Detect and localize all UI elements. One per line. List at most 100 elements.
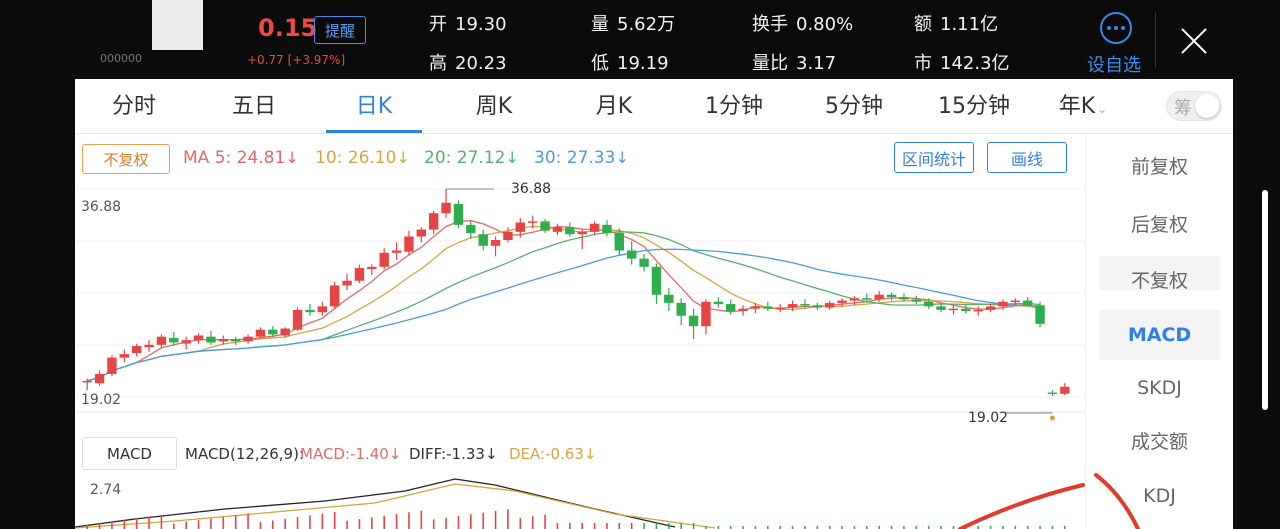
candle-body [787, 304, 798, 308]
tab-monthly-k[interactable]: 月K [559, 79, 669, 134]
app-root: { "quote": { "price": "0.15", "code": "0… [0, 0, 1280, 529]
side-item-no-adjust[interactable]: 不复权 [1099, 256, 1220, 290]
candle-body [367, 266, 377, 270]
candle-body [750, 306, 761, 309]
stat-amount: 额 1.11亿 [914, 14, 999, 35]
side-item-macd[interactable]: MACD [1099, 310, 1220, 360]
chips-toggle[interactable]: 筹 [1166, 91, 1222, 121]
scrollbar[interactable] [1262, 190, 1268, 410]
candle-body [985, 306, 996, 310]
candle-body [515, 222, 526, 232]
candle-body [342, 280, 352, 286]
dea-line [75, 483, 716, 529]
candle-body [1035, 305, 1045, 324]
candle-body [651, 266, 662, 295]
stock-code: 000000 [100, 52, 142, 65]
alert-button[interactable]: 提醒 [314, 16, 366, 44]
add-favorite-button[interactable]: 设自选 [1087, 51, 1141, 77]
candle-body [206, 336, 216, 343]
y-axis-bottom-label: 19.02 [81, 392, 122, 408]
candle-body [886, 294, 897, 298]
candle-body [961, 308, 971, 312]
candle-body [156, 336, 167, 345]
candle-body [1047, 392, 1058, 395]
candle-body [169, 337, 179, 343]
side-item-turnover[interactable]: 成交额 [1099, 417, 1220, 467]
range-stats-button[interactable]: 区间统计 [894, 142, 974, 173]
candle-body [490, 240, 501, 246]
more-icon[interactable] [1100, 12, 1132, 44]
candle-body [1060, 386, 1070, 394]
candle-body [292, 309, 303, 330]
stat-volume: 量 5.62万 [591, 14, 676, 35]
chevron-down-icon: ⌄ [1097, 102, 1108, 116]
chart-panel: 分时 五日 日K 周K 月K 1分钟 5分钟 15分钟 年K ⌄ 筹 不复权 MA… [75, 79, 1233, 529]
ma10-line [87, 225, 1041, 382]
stat-high: 高 20.23 [429, 53, 507, 74]
stock-name-redacted [152, 0, 203, 50]
candle-body [243, 336, 253, 342]
candle-body [391, 250, 402, 253]
candle-body [800, 304, 810, 306]
tab-5min[interactable]: 5分钟 [799, 79, 909, 134]
candle-body [404, 236, 414, 252]
stat-low: 低 19.19 [591, 53, 669, 74]
side-item-kdj[interactable]: KDJ [1099, 471, 1220, 521]
close-icon[interactable] [1180, 27, 1208, 55]
candle-body [849, 298, 860, 301]
candle-body [540, 221, 550, 231]
tab-daily-k[interactable]: 日K [319, 79, 429, 134]
candle-body [478, 234, 488, 246]
stat-open: 开 19.30 [429, 14, 507, 35]
candle-body [354, 267, 365, 281]
candle-body [329, 285, 340, 307]
candle-body [899, 297, 909, 300]
candle-body [911, 299, 922, 302]
ma20-label: 20: 27.12↓ [424, 148, 519, 168]
candle-body [688, 315, 699, 327]
macd-value: MACD:-1.40↓ [300, 445, 402, 463]
macd-y-top-label: 2.74 [90, 482, 122, 498]
stat-market-cap: 市 142.3亿 [914, 53, 1010, 74]
dea-value: DEA:-0.63↓ [509, 445, 597, 463]
side-item-skdj[interactable]: SKDJ [1099, 363, 1220, 413]
candle-body [713, 301, 724, 305]
candle-body [453, 203, 464, 225]
candle-body [1022, 300, 1033, 306]
candle-body [466, 224, 476, 234]
candle-body [268, 329, 278, 335]
chips-toggle-label: 筹 [1174, 98, 1192, 119]
candle-body [565, 227, 575, 235]
tab-intraday[interactable]: 分时 [79, 79, 189, 134]
candle-body [614, 233, 625, 251]
ma20-line [87, 231, 1041, 382]
tab-15min[interactable]: 15分钟 [919, 79, 1029, 134]
tab-yearly-k[interactable]: 年K ⌄ [1033, 79, 1133, 134]
candle-body [862, 298, 872, 300]
candle-body [923, 301, 934, 307]
tab-weekly-k[interactable]: 周K [439, 79, 549, 134]
candle-body [812, 305, 823, 308]
tab-1min[interactable]: 1分钟 [679, 79, 789, 134]
ma5-label: MA 5: 24.81↓ [183, 148, 299, 168]
candlestick-chart[interactable] [75, 179, 1085, 529]
tab-five-day[interactable]: 五日 [199, 79, 309, 134]
candle-body [181, 340, 191, 344]
candle-body [676, 302, 686, 316]
candle-body [725, 304, 736, 312]
quote-header: 0.15 000000 +0.77 [+3.97%] 提醒 开 19.30 量 5.… [0, 0, 1280, 79]
candle-body [416, 229, 427, 237]
candle-body [119, 354, 130, 358]
candle-body [552, 227, 563, 232]
side-item-backward-adjust[interactable]: 后复权 [1099, 200, 1220, 250]
candle-body [379, 252, 389, 267]
price-change: +0.77 [+3.97%] [247, 53, 346, 67]
candle-body [837, 300, 847, 303]
adjust-mode-button[interactable]: 不复权 [82, 144, 170, 174]
candle-body [626, 250, 637, 259]
draw-line-button[interactable]: 画线 [987, 142, 1067, 173]
min-price-label: 19.02 [968, 410, 1009, 426]
indicator-select-button[interactable]: MACD [82, 437, 177, 470]
stat-turnover: 换手 0.80% [752, 14, 854, 35]
side-item-forward-adjust[interactable]: 前复权 [1099, 142, 1220, 192]
